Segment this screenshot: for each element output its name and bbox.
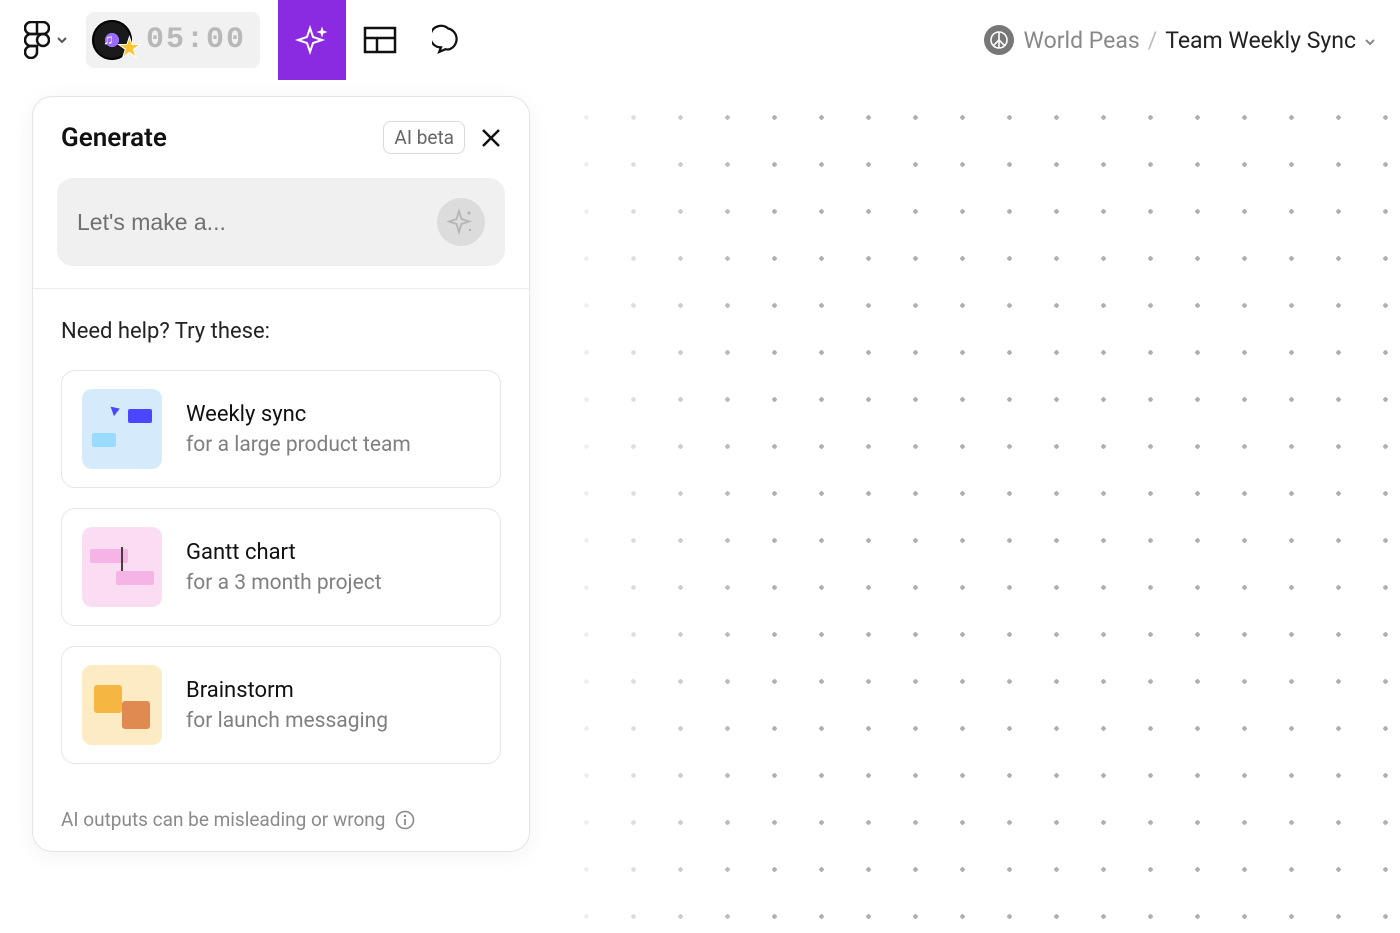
suggestion-title: Brainstorm	[186, 678, 388, 703]
toolbar-left: ♫ ★ 05:00	[24, 0, 482, 80]
timer-music-icon: ♫ ★	[92, 18, 136, 62]
timer-widget[interactable]: ♫ ★ 05:00	[86, 12, 260, 68]
thumbnail-brainstorm-icon	[82, 665, 162, 745]
help-section: Need help? Try these: Weekly sync for a …	[33, 289, 529, 796]
info-icon[interactable]	[395, 810, 415, 830]
table-tool-button[interactable]	[346, 0, 414, 80]
suggestion-subtitle: for launch messaging	[186, 709, 388, 733]
panel-header: Generate AI beta	[33, 97, 529, 172]
submit-prompt-button[interactable]	[437, 198, 485, 246]
thumbnail-weekly-sync-icon	[82, 389, 162, 469]
sparkle-icon	[447, 208, 475, 236]
ai-beta-badge: AI beta	[383, 121, 465, 154]
breadcrumb-separator: /	[1148, 27, 1158, 54]
disclaimer-text: AI outputs can be misleading or wrong	[61, 808, 385, 831]
close-icon	[480, 127, 502, 149]
peace-icon	[990, 31, 1008, 49]
suggestion-title: Gantt chart	[186, 540, 382, 565]
comment-tool-button[interactable]	[414, 0, 482, 80]
chat-bubble-icon	[432, 24, 464, 56]
close-panel-button[interactable]	[477, 124, 505, 152]
sparkle-icon	[294, 22, 330, 58]
toolbar: ♫ ★ 05:00	[0, 0, 1400, 80]
prompt-input-container[interactable]	[57, 178, 505, 266]
ai-generate-tool-button[interactable]	[278, 0, 346, 80]
generate-panel: Generate AI beta Need help? Try these: W…	[32, 96, 530, 852]
timer-value: 05:00	[146, 23, 246, 57]
team-avatar[interactable]	[984, 25, 1014, 55]
breadcrumb-project[interactable]: World Peas	[1024, 27, 1140, 54]
prompt-input[interactable]	[77, 209, 425, 236]
main-menu-button[interactable]	[24, 21, 68, 59]
ai-disclaimer: AI outputs can be misleading or wrong	[33, 796, 529, 851]
suggestion-title: Weekly sync	[186, 402, 411, 427]
suggestion-gantt-chart[interactable]: Gantt chart for a 3 month project	[61, 508, 501, 626]
suggestion-weekly-sync[interactable]: Weekly sync for a large product team	[61, 370, 501, 488]
figma-logo-icon	[24, 21, 50, 59]
help-title: Need help? Try these:	[61, 319, 501, 344]
chevron-down-icon	[56, 31, 68, 50]
table-icon	[363, 26, 397, 54]
breadcrumb-file[interactable]: Team Weekly Sync	[1165, 27, 1356, 54]
breadcrumb[interactable]: World Peas / Team Weekly Sync	[1024, 27, 1376, 54]
suggestion-brainstorm[interactable]: Brainstorm for launch messaging	[61, 646, 501, 764]
chevron-down-icon	[1364, 27, 1376, 54]
suggestion-subtitle: for a 3 month project	[186, 571, 382, 595]
toolbar-right: World Peas / Team Weekly Sync	[984, 25, 1376, 55]
thumbnail-gantt-icon	[82, 527, 162, 607]
suggestion-subtitle: for a large product team	[186, 433, 411, 457]
panel-title: Generate	[61, 123, 371, 153]
